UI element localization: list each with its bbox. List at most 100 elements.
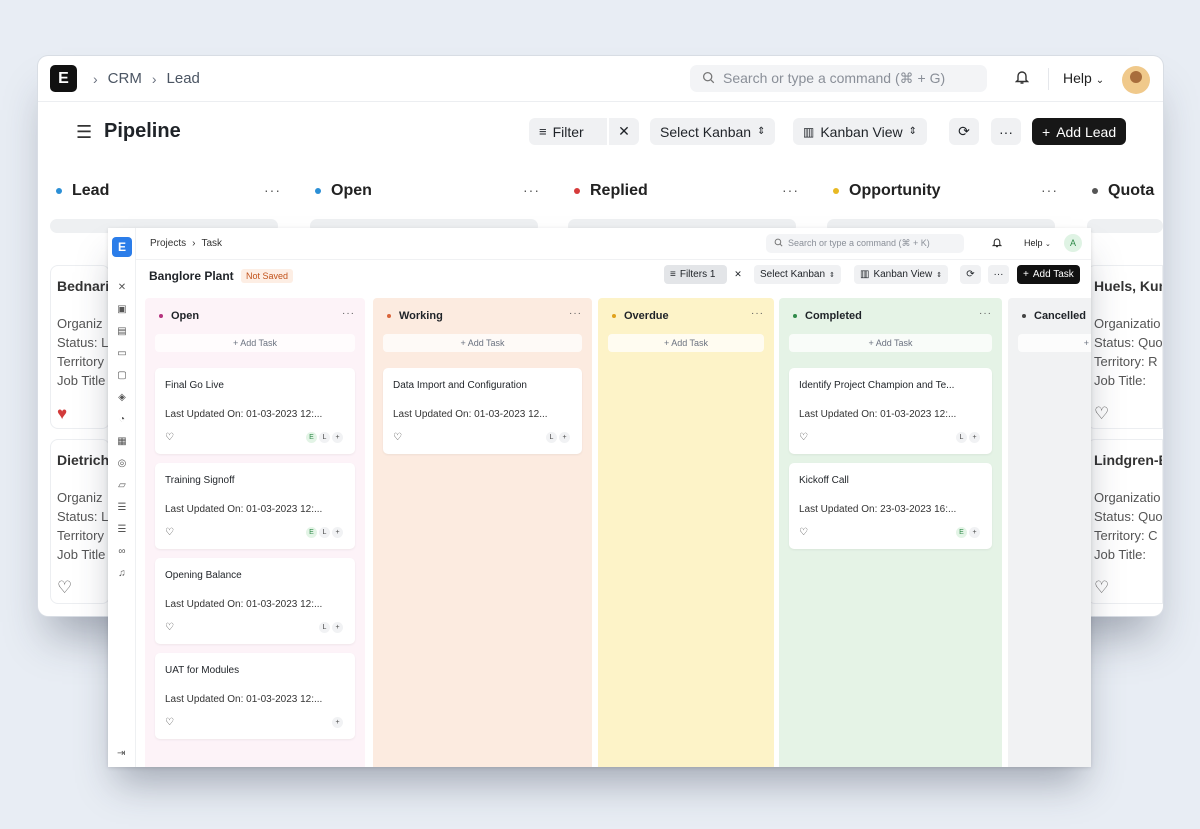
heart-icon[interactable]: ♡ [393, 432, 402, 443]
server-icon[interactable]: ☰ [116, 523, 128, 535]
column-more-icon[interactable]: ··· [782, 182, 799, 198]
assignee-avatar[interactable]: E [306, 432, 317, 443]
lead-card[interactable]: Dietrich Organiz Status: L Territory Job… [50, 439, 110, 604]
lead-card[interactable]: Bednari Organiz Status: L Territory Job … [50, 265, 110, 429]
projects-topbar: Projects › Task Search or type a command… [136, 228, 1091, 260]
inbox-icon[interactable]: ▣ [116, 303, 128, 315]
column-more-icon[interactable]: ··· [569, 308, 582, 319]
add-task-inline[interactable]: + Add Task [383, 334, 582, 352]
assignee-avatar[interactable]: L [319, 527, 330, 538]
heart-icon[interactable]: ♡ [799, 527, 808, 538]
lead-card[interactable]: Huels, Kun Organizatio Status: Quo Terri… [1087, 265, 1163, 429]
assignee-avatar[interactable]: L [319, 622, 330, 633]
column-more-icon[interactable]: ··· [979, 308, 992, 319]
select-kanban-dropdown[interactable]: Select Kanban ⇕ [650, 118, 776, 145]
database-icon[interactable]: ☰ [116, 501, 128, 513]
add-lead-button[interactable]: + Add Lead [1032, 118, 1127, 145]
task-card[interactable]: Opening Balance Last Updated On: 01-03-2… [155, 558, 355, 644]
target-icon[interactable]: ◎ [116, 457, 128, 469]
briefcase-icon[interactable]: ▤ [116, 325, 128, 337]
column-more-icon[interactable]: ··· [1041, 182, 1058, 198]
kanban-view-dropdown[interactable]: ▥ Kanban View ⇕ [793, 118, 927, 145]
column-more-icon[interactable]: ··· [751, 308, 764, 319]
add-assignee-icon[interactable]: + [332, 432, 343, 443]
breadcrumb-task[interactable]: Task [201, 238, 222, 249]
clear-filter-button[interactable]: ✕ [729, 265, 747, 284]
add-assignee-icon[interactable]: + [969, 527, 980, 538]
help-menu[interactable]: Help ⌄ [1024, 238, 1051, 248]
add-assignee-icon[interactable]: + [969, 432, 980, 443]
add-assignee-icon[interactable]: + [332, 717, 343, 728]
breadcrumb-lead[interactable]: Lead [167, 70, 200, 87]
search-input[interactable]: Search or type a command (⌘ + K) [766, 234, 964, 253]
folder-open-icon[interactable]: ▱ [116, 479, 128, 491]
add-task-button[interactable]: + Add Task [1017, 265, 1080, 284]
lead-card[interactable]: Lindgren-B Organizatio Status: Quo Terri… [1087, 439, 1163, 604]
assignee-avatar[interactable]: L [956, 432, 967, 443]
add-task-inline[interactable]: + [1018, 334, 1091, 352]
more-button[interactable]: ··· [991, 118, 1021, 145]
projects-logo-icon[interactable]: E [112, 237, 132, 257]
add-assignee-icon[interactable]: + [559, 432, 570, 443]
assignee-avatar[interactable]: L [546, 432, 557, 443]
assignee-avatar[interactable]: E [306, 527, 317, 538]
heart-icon[interactable]: ♡ [1094, 578, 1109, 598]
column-more-icon[interactable]: ··· [523, 182, 540, 198]
breadcrumb-crm[interactable]: CRM [108, 70, 142, 87]
refresh-button[interactable]: ⟳ [949, 118, 979, 145]
assignee-avatar[interactable]: L [319, 432, 330, 443]
headset-icon[interactable]: ♫ [116, 567, 128, 579]
heart-icon[interactable]: ♡ [165, 717, 174, 728]
plus-icon: + [1042, 123, 1051, 140]
heart-icon[interactable]: ♡ [57, 578, 72, 598]
column-title: Opportunity [849, 182, 941, 199]
avatar[interactable] [1122, 66, 1150, 94]
avatar[interactable]: A [1064, 234, 1082, 252]
add-task-inline[interactable]: + Add Task [789, 334, 992, 352]
select-kanban-dropdown[interactable]: Select Kanban ⇕ [754, 265, 841, 284]
filter-button[interactable]: ≡ Filter [529, 118, 607, 145]
tools-icon[interactable]: ✕ [116, 281, 128, 293]
kanban-view-dropdown[interactable]: ▥ Kanban View ⇕ [854, 265, 949, 284]
box-icon[interactable]: ◈ [116, 391, 128, 403]
add-assignee-icon[interactable]: + [332, 622, 343, 633]
more-button[interactable]: ··· [988, 265, 1009, 284]
breadcrumb-projects[interactable]: Projects [150, 238, 186, 249]
link-icon[interactable]: ∞ [116, 545, 128, 557]
task-card[interactable]: Final Go Live Last Updated On: 01-03-202… [155, 368, 355, 454]
column-more-icon[interactable]: ··· [264, 182, 281, 198]
heart-icon[interactable]: ♡ [165, 527, 174, 538]
add-assignee-icon[interactable]: + [332, 527, 343, 538]
column-more-icon[interactable]: ··· [342, 308, 355, 319]
clear-filter-button[interactable]: ✕ [609, 118, 639, 145]
calendar-icon[interactable]: ▢ [116, 369, 128, 381]
task-card[interactable]: Data Import and Configuration Last Updat… [383, 368, 582, 454]
assignee-avatar[interactable]: E [956, 527, 967, 538]
task-card[interactable]: Training Signoff Last Updated On: 01-03-… [155, 463, 355, 549]
filters-button[interactable]: ≡ Filters 1 [664, 265, 727, 284]
building-icon[interactable]: ▦ [116, 435, 128, 447]
task-card[interactable]: UAT for Modules Last Updated On: 01-03-2… [155, 653, 355, 739]
help-menu[interactable]: Help ⌄ [1063, 70, 1104, 86]
add-task-inline[interactable]: + Add Task [155, 334, 355, 352]
task-card[interactable]: Identify Project Champion and Te... Last… [789, 368, 992, 454]
refresh-button[interactable]: ⟳ [960, 265, 981, 284]
hamburger-icon[interactable]: ☰ [76, 122, 92, 143]
heart-icon[interactable]: ♡ [165, 622, 174, 633]
column-add-bar[interactable] [1087, 219, 1163, 233]
heart-icon[interactable]: ♡ [1094, 404, 1109, 424]
search-placeholder: Search or type a command (⌘ + K) [788, 238, 930, 248]
heart-icon[interactable]: ♡ [799, 432, 808, 443]
search-input[interactable]: Search or type a command (⌘ + G) [690, 65, 987, 92]
collapse-sidebar-icon[interactable]: ⇥ [117, 748, 125, 759]
folder-icon[interactable]: ▭ [116, 347, 128, 359]
task-card[interactable]: Kickoff Call Last Updated On: 23-03-2023… [789, 463, 992, 549]
task-updated: Last Updated On: 01-03-2023 12:... [799, 409, 957, 420]
heart-filled-icon[interactable]: ♥ [57, 404, 67, 424]
bell-icon[interactable] [991, 237, 1003, 251]
crm-logo-icon[interactable]: E [50, 65, 77, 92]
bell-icon[interactable] [1014, 69, 1030, 89]
heart-icon[interactable]: ♡ [165, 432, 174, 443]
chart-icon[interactable]: ◔ [116, 413, 128, 425]
add-task-inline[interactable]: + Add Task [608, 334, 764, 352]
